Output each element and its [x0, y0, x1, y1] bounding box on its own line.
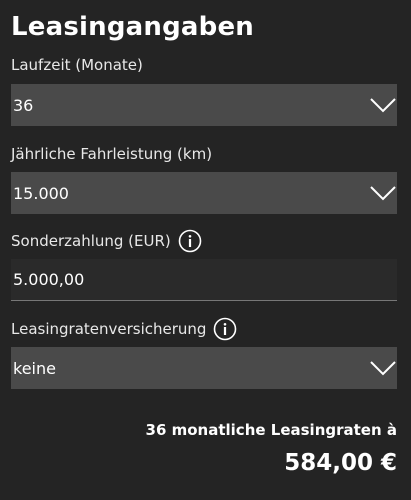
chevron-down-icon	[370, 361, 396, 376]
page-title: Leasingangaben	[11, 12, 255, 42]
sonderzahlung-label: Sonderzahlung (EUR)	[11, 229, 202, 253]
summary-label: 36 monatliche Leasingraten à	[145, 421, 397, 439]
laufzeit-label-text: Laufzeit (Monate)	[11, 56, 143, 74]
versicherung-select[interactable]: keine	[11, 347, 397, 389]
fahrleistung-label-text: Jährliche Fahrleistung (km)	[11, 145, 213, 163]
info-icon[interactable]	[178, 229, 202, 253]
sonderzahlung-input[interactable]: 5.000,00	[11, 259, 397, 301]
laufzeit-select[interactable]: 36	[11, 84, 397, 126]
laufzeit-label: Laufzeit (Monate)	[11, 56, 143, 74]
chevron-down-icon	[370, 186, 396, 201]
versicherung-value: keine	[13, 358, 56, 378]
summary-price: 584,00 €	[284, 450, 397, 476]
chevron-down-icon	[370, 98, 396, 113]
versicherung-label-text: Leasingratenversicherung	[11, 320, 207, 338]
fahrleistung-value: 15.000	[13, 183, 69, 203]
info-icon[interactable]	[213, 317, 237, 341]
fahrleistung-label: Jährliche Fahrleistung (km)	[11, 145, 212, 163]
sonderzahlung-label-text: Sonderzahlung (EUR)	[11, 232, 171, 250]
sonderzahlung-value: 5.000,00	[13, 270, 85, 289]
laufzeit-value: 36	[13, 95, 34, 115]
fahrleistung-select[interactable]: 15.000	[11, 172, 397, 214]
versicherung-label: Leasingratenversicherung	[11, 317, 237, 341]
